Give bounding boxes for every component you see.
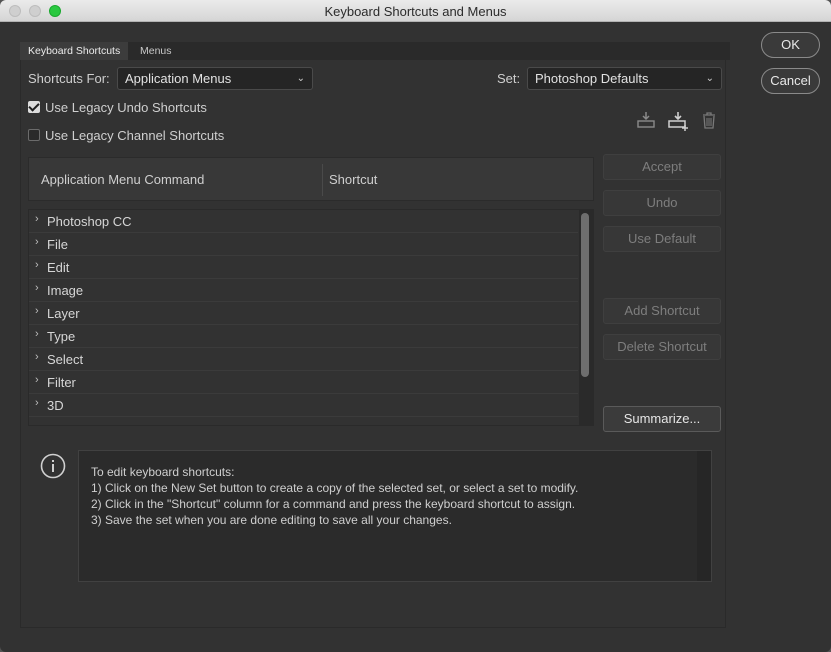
- shortcuts-for-value: Application Menus: [125, 71, 232, 86]
- list-item-label: Image: [47, 283, 84, 298]
- list-item[interactable]: › Edit: [29, 256, 578, 279]
- list-item-label: Photoshop CC: [47, 214, 132, 229]
- list-item[interactable]: › Type: [29, 325, 578, 348]
- list-item-label: Layer: [47, 306, 80, 321]
- chevron-right-icon[interactable]: ›: [35, 282, 39, 294]
- save-set-icon[interactable]: [636, 111, 656, 129]
- legacy-channel-label[interactable]: Use Legacy Channel Shortcuts: [45, 128, 224, 143]
- column-divider: [322, 164, 323, 196]
- use-default-button[interactable]: Use Default: [603, 226, 721, 252]
- chevron-right-icon[interactable]: ›: [35, 305, 39, 317]
- delete-shortcut-button[interactable]: Delete Shortcut: [603, 334, 721, 360]
- chevron-right-icon[interactable]: ›: [35, 374, 39, 386]
- tab-menus[interactable]: Menus: [132, 42, 180, 60]
- list-item[interactable]: › Layer: [29, 302, 578, 325]
- info-icon: [40, 453, 66, 479]
- list-item[interactable]: › Select: [29, 348, 578, 371]
- list-item-label: Filter: [47, 375, 76, 390]
- list-item[interactable]: › Photoshop CC: [29, 210, 578, 233]
- chevron-right-icon[interactable]: ›: [35, 328, 39, 340]
- legacy-undo-checkbox[interactable]: [28, 101, 40, 113]
- title-bar: Keyboard Shortcuts and Menus: [0, 0, 831, 22]
- window-title: Keyboard Shortcuts and Menus: [324, 4, 507, 19]
- list-item[interactable]: › File: [29, 233, 578, 256]
- undo-button[interactable]: Undo: [603, 190, 721, 216]
- set-label: Set:: [497, 71, 521, 86]
- info-line: 1) Click on the New Set button to create…: [91, 481, 579, 495]
- chevron-right-icon[interactable]: ›: [35, 397, 39, 409]
- info-line: To edit keyboard shortcuts:: [91, 465, 235, 479]
- chevron-right-icon[interactable]: ›: [35, 351, 39, 363]
- list-item-label: Edit: [47, 260, 70, 275]
- list-item-label: Select: [47, 352, 84, 367]
- add-shortcut-button[interactable]: Add Shortcut: [603, 298, 721, 324]
- info-scrollbar[interactable]: [697, 451, 711, 581]
- command-list: › Photoshop CC › File › Edit › Image › L…: [28, 209, 594, 426]
- cancel-button[interactable]: Cancel: [761, 68, 820, 94]
- dialog-window: Keyboard Shortcuts and Menus Keyboard Sh…: [0, 0, 831, 652]
- list-item-label: Type: [47, 329, 76, 344]
- list-scroll-thumb[interactable]: [581, 213, 589, 377]
- info-text-box: To edit keyboard shortcuts: 1) Click on …: [78, 450, 712, 582]
- chevron-right-icon[interactable]: ›: [35, 259, 39, 271]
- shortcuts-for-select[interactable]: Application Menus ⌄: [117, 67, 313, 90]
- shortcuts-for-label: Shortcuts For:: [28, 71, 110, 86]
- legacy-channel-checkbox[interactable]: [28, 129, 40, 141]
- column-header-command[interactable]: Application Menu Command: [41, 172, 204, 187]
- list-item[interactable]: › 3D: [29, 394, 578, 417]
- list-item-label: 3D: [47, 398, 64, 413]
- chevron-right-icon[interactable]: ›: [35, 213, 39, 225]
- tab-bar: Keyboard Shortcuts Menus: [20, 42, 730, 60]
- chevron-down-icon: ⌄: [296, 73, 305, 84]
- list-item[interactable]: › Filter: [29, 371, 578, 394]
- table-header: Application Menu Command Shortcut: [28, 157, 594, 201]
- info-line: 3) Save the set when you are done editin…: [91, 513, 452, 527]
- new-set-icon[interactable]: [667, 111, 688, 131]
- tab-keyboard-shortcuts[interactable]: Keyboard Shortcuts: [20, 42, 129, 60]
- info-line: 2) Click in the "Shortcut" column for a …: [91, 497, 576, 511]
- set-value: Photoshop Defaults: [535, 71, 649, 86]
- trash-icon[interactable]: [700, 112, 720, 130]
- set-select[interactable]: Photoshop Defaults ⌄: [527, 67, 722, 90]
- summarize-button[interactable]: Summarize...: [603, 406, 721, 432]
- accept-button[interactable]: Accept: [603, 154, 721, 180]
- ok-button[interactable]: OK: [761, 32, 820, 58]
- legacy-undo-label[interactable]: Use Legacy Undo Shortcuts: [45, 100, 207, 115]
- chevron-down-icon: ⌄: [705, 73, 714, 84]
- list-item-label: File: [47, 237, 68, 252]
- chevron-right-icon[interactable]: ›: [35, 236, 39, 248]
- list-item[interactable]: › Image: [29, 279, 578, 302]
- column-header-shortcut[interactable]: Shortcut: [329, 172, 377, 187]
